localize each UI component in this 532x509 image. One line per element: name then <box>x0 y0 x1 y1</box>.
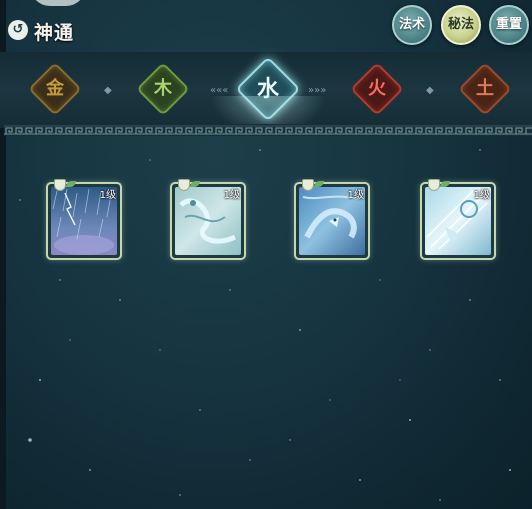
skill-level: 1级 <box>223 190 240 201</box>
back-arrow-icon[interactable]: ↺ <box>8 20 28 40</box>
skill-level: 1级 <box>99 190 116 201</box>
tab-metal[interactable]: 金 <box>28 62 82 116</box>
avatar-edge <box>30 0 86 6</box>
rank-badge <box>178 179 190 191</box>
tab-earth[interactable]: 土 <box>458 62 512 116</box>
skill-card[interactable]: 1级 <box>294 179 370 260</box>
rank-badge <box>54 179 66 191</box>
skill-card[interactable]: 1级 <box>46 179 122 260</box>
separator: ◆ <box>104 85 112 96</box>
tab-metal-label: 金 <box>46 78 64 99</box>
reset-button[interactable]: 重置 <box>489 5 529 45</box>
skill-card[interactable]: 1级 <box>170 179 246 260</box>
top-bar: ↺ 神通 法术 秘法 重置 <box>0 0 532 50</box>
tab-earth-label: 土 <box>476 78 494 99</box>
rank-badge <box>302 179 314 191</box>
separator: »»» <box>308 85 327 96</box>
separator: ◆ <box>426 85 434 96</box>
tab-fire-label: 火 <box>368 78 386 99</box>
skill-level: 1级 <box>473 190 490 201</box>
tab-fire[interactable]: 火 <box>350 62 404 116</box>
skill-level: 1级 <box>347 190 364 201</box>
rank-badge <box>428 179 440 191</box>
tab-wood-label: 木 <box>154 78 172 99</box>
spells-button[interactable]: 法术 <box>392 5 432 45</box>
separator: ««« <box>210 85 229 96</box>
secret-arts-button[interactable]: 秘法 <box>441 5 481 45</box>
tab-wood[interactable]: 木 <box>136 62 190 116</box>
meander-border <box>4 124 532 136</box>
page-title: 神通 <box>34 22 75 44</box>
skill-card[interactable]: 1级 <box>420 179 496 260</box>
